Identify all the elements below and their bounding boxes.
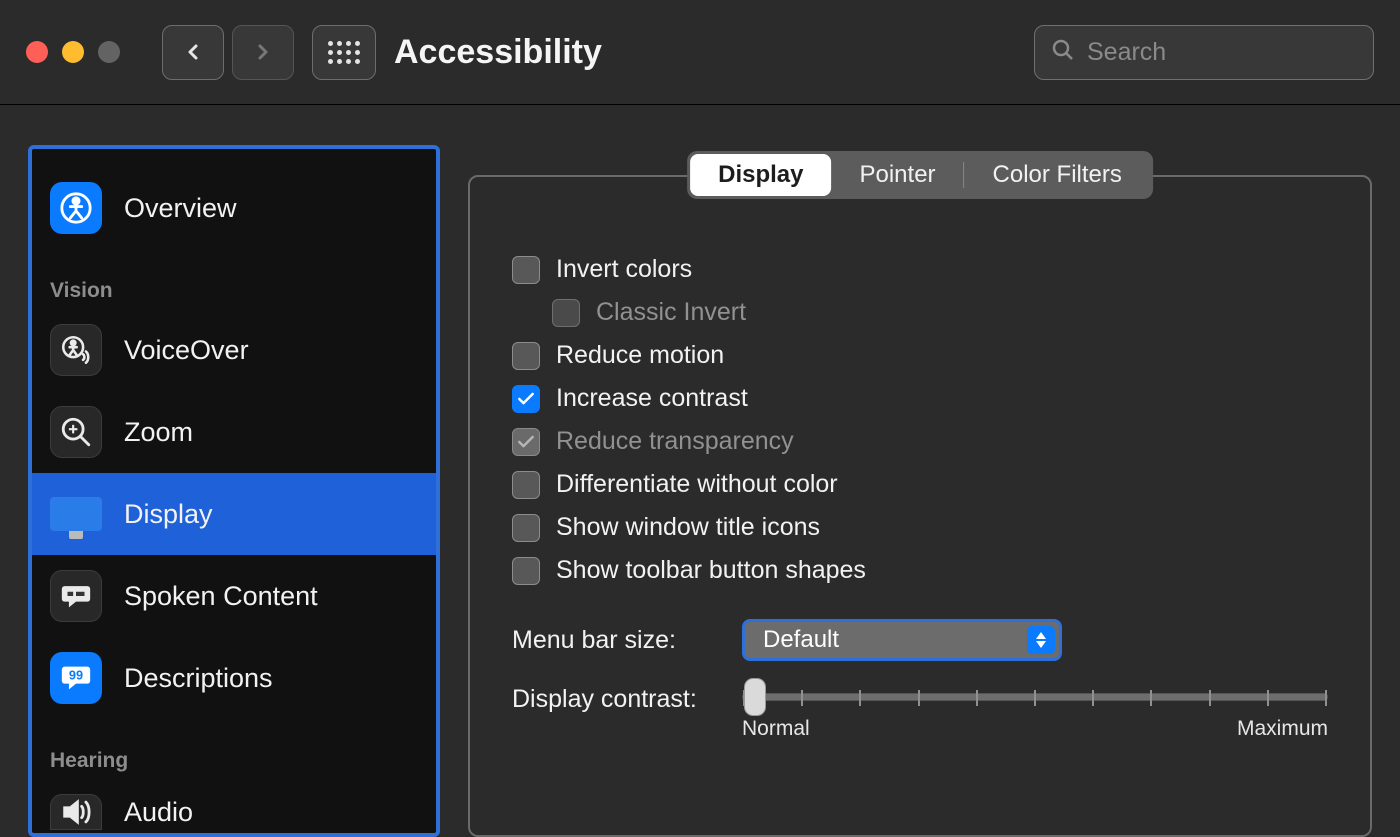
display-tab-content: Invert colors Classic Invert Reduce moti… <box>470 177 1370 761</box>
close-button[interactable] <box>26 41 48 63</box>
svg-text:99: 99 <box>69 667 83 682</box>
sidebar-item-descriptions[interactable]: 99 Descriptions <box>32 637 436 719</box>
settings-group: Display Pointer Color Filters Invert col… <box>468 175 1372 837</box>
select-value: Default <box>763 626 839 654</box>
option-reduce-motion[interactable]: Reduce motion <box>512 341 1328 370</box>
spoken-content-icon <box>50 570 102 622</box>
slider-min-label: Normal <box>742 717 810 741</box>
display-icon <box>50 488 102 540</box>
audio-icon <box>50 794 102 830</box>
option-classic-invert: Classic Invert <box>552 298 1328 327</box>
titlebar: Accessibility <box>0 0 1400 105</box>
option-invert-colors[interactable]: Invert colors <box>512 255 1328 284</box>
zoom-icon <box>50 406 102 458</box>
sidebar-item-label: Overview <box>124 193 237 224</box>
select-arrows-icon <box>1027 626 1055 654</box>
option-differentiate-without-color[interactable]: Differentiate without color <box>512 470 1328 499</box>
menu-bar-size-row: Menu bar size: Default <box>512 619 1328 661</box>
voiceover-icon <box>50 324 102 376</box>
tab-bar: Display Pointer Color Filters <box>687 151 1153 199</box>
checkbox-label: Show window title icons <box>556 513 820 542</box>
display-contrast-slider[interactable]: Normal Maximum <box>742 685 1328 741</box>
checkbox-show-window-title-icons[interactable] <box>512 514 540 542</box>
overview-icon <box>50 182 102 234</box>
slider-thumb[interactable] <box>744 678 766 716</box>
option-show-window-title-icons[interactable]: Show window title icons <box>512 513 1328 542</box>
checkbox-reduce-transparency <box>512 428 540 456</box>
option-increase-contrast[interactable]: Increase contrast <box>512 384 1328 413</box>
tab-pointer[interactable]: Pointer <box>831 154 963 196</box>
slider-max-label: Maximum <box>1237 717 1328 741</box>
checkbox-show-toolbar-button-shapes[interactable] <box>512 557 540 585</box>
descriptions-icon: 99 <box>50 652 102 704</box>
sidebar-item-spoken-content[interactable]: Spoken Content <box>32 555 436 637</box>
sidebar-item-label: Audio <box>124 797 193 828</box>
sidebar-section-vision: Vision <box>32 249 436 309</box>
sidebar-item-label: VoiceOver <box>124 335 249 366</box>
checkbox-classic-invert <box>552 299 580 327</box>
checkbox-label: Increase contrast <box>556 384 748 413</box>
sidebar-item-zoom[interactable]: Zoom <box>32 391 436 473</box>
sidebar-item-voiceover[interactable]: VoiceOver <box>32 309 436 391</box>
content-area: Overview Vision VoiceOver Zoom Display <box>0 105 1400 837</box>
traffic-lights <box>26 41 120 63</box>
option-show-toolbar-button-shapes[interactable]: Show toolbar button shapes <box>512 556 1328 585</box>
maximize-button <box>98 41 120 63</box>
search-icon <box>1051 38 1075 67</box>
sidebar: Overview Vision VoiceOver Zoom Display <box>28 145 440 837</box>
checkbox-label: Differentiate without color <box>556 470 838 499</box>
slider-range-labels: Normal Maximum <box>742 717 1328 741</box>
checkbox-differentiate-without-color[interactable] <box>512 471 540 499</box>
slider-track[interactable] <box>742 693 1328 701</box>
sidebar-section-hearing: Hearing <box>32 719 436 779</box>
sidebar-item-label: Zoom <box>124 417 193 448</box>
checkbox-increase-contrast[interactable] <box>512 385 540 413</box>
sidebar-item-label: Descriptions <box>124 663 273 694</box>
display-contrast-label: Display contrast: <box>512 685 722 714</box>
option-reduce-transparency: Reduce transparency <box>512 427 1328 456</box>
main-panel: Display Pointer Color Filters Invert col… <box>468 145 1372 837</box>
checkbox-label: Reduce motion <box>556 341 724 370</box>
sidebar-item-audio[interactable]: Audio <box>32 779 436 830</box>
back-button[interactable] <box>162 25 224 80</box>
nav-buttons <box>162 25 294 80</box>
checkbox-label: Classic Invert <box>596 298 746 327</box>
minimize-button[interactable] <box>62 41 84 63</box>
display-contrast-row: Display contrast: Normal Maximum <box>512 685 1328 741</box>
sidebar-item-label: Display <box>124 499 213 530</box>
menu-bar-size-select[interactable]: Default <box>742 619 1062 661</box>
checkbox-invert-colors[interactable] <box>512 256 540 284</box>
sidebar-item-label: Spoken Content <box>124 581 318 612</box>
search-input[interactable] <box>1087 38 1357 67</box>
window-title: Accessibility <box>394 33 602 72</box>
show-all-button[interactable] <box>312 25 376 80</box>
checkbox-label: Reduce transparency <box>556 427 794 456</box>
search-field[interactable] <box>1034 25 1374 80</box>
forward-button[interactable] <box>232 25 294 80</box>
tab-display[interactable]: Display <box>690 154 831 196</box>
checkbox-label: Show toolbar button shapes <box>556 556 866 585</box>
checkbox-reduce-motion[interactable] <box>512 342 540 370</box>
sidebar-item-display[interactable]: Display <box>32 473 436 555</box>
tab-color-filters[interactable]: Color Filters <box>965 154 1150 196</box>
menu-bar-size-label: Menu bar size: <box>512 626 722 655</box>
sidebar-item-overview[interactable]: Overview <box>32 167 436 249</box>
checkbox-label: Invert colors <box>556 255 692 284</box>
grid-icon <box>328 41 360 64</box>
slider-ticks <box>743 694 1327 700</box>
